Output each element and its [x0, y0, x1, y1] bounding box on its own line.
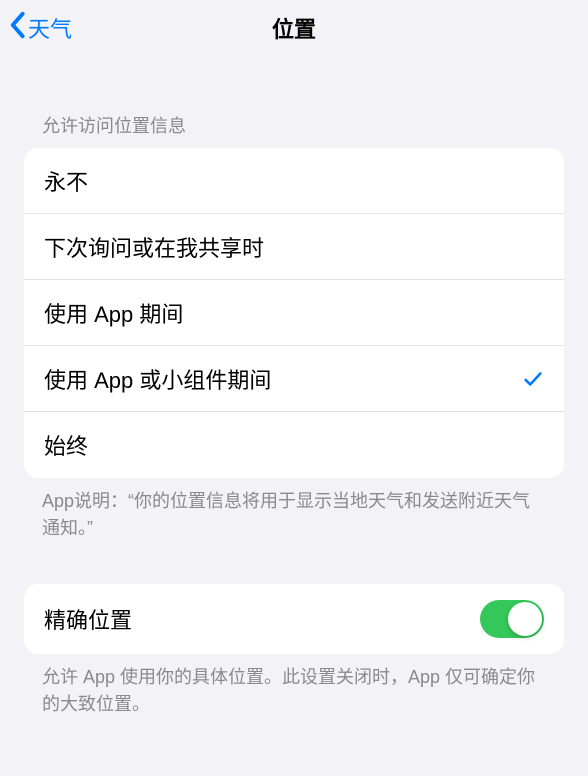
spacer [0, 542, 588, 584]
allow-access-footer: App说明：“你的位置信息将用于显示当地天气和发送附近天气通知。” [0, 478, 588, 542]
allow-access-header: 允许访问位置信息 [0, 56, 588, 148]
option-label: 下次询问或在我共享时 [44, 231, 264, 263]
option-ask-next-time[interactable]: 下次询问或在我共享时 [24, 214, 564, 280]
navigation-bar: 天气 位置 [0, 0, 588, 56]
toggle-knob [508, 602, 542, 636]
option-while-using-app-or-widgets[interactable]: 使用 App 或小组件期间 [24, 346, 564, 412]
chevron-left-icon [8, 11, 26, 45]
option-label: 使用 App 或小组件期间 [44, 363, 271, 395]
option-while-using-app[interactable]: 使用 App 期间 [24, 280, 564, 346]
allow-access-group: 永不 下次询问或在我共享时 使用 App 期间 使用 App 或小组件期间 始终 [24, 148, 564, 478]
option-label: 始终 [44, 429, 88, 461]
precise-location-toggle[interactable] [480, 600, 544, 638]
option-never[interactable]: 永不 [24, 148, 564, 214]
back-button[interactable]: 天气 [8, 11, 72, 45]
option-label: 使用 App 期间 [44, 297, 183, 329]
precise-location-group: 精确位置 [24, 584, 564, 654]
precise-location-footer: 允许 App 使用你的具体位置。此设置关闭时，App 仅可确定你的大致位置。 [0, 654, 588, 718]
back-label: 天气 [28, 12, 72, 44]
option-always[interactable]: 始终 [24, 412, 564, 478]
precise-location-label: 精确位置 [44, 603, 132, 635]
option-label: 永不 [44, 165, 88, 197]
checkmark-icon [522, 368, 544, 390]
content: 允许访问位置信息 永不 下次询问或在我共享时 使用 App 期间 使用 App … [0, 56, 588, 718]
precise-location-row: 精确位置 [24, 584, 564, 654]
page-title: 位置 [272, 12, 316, 44]
